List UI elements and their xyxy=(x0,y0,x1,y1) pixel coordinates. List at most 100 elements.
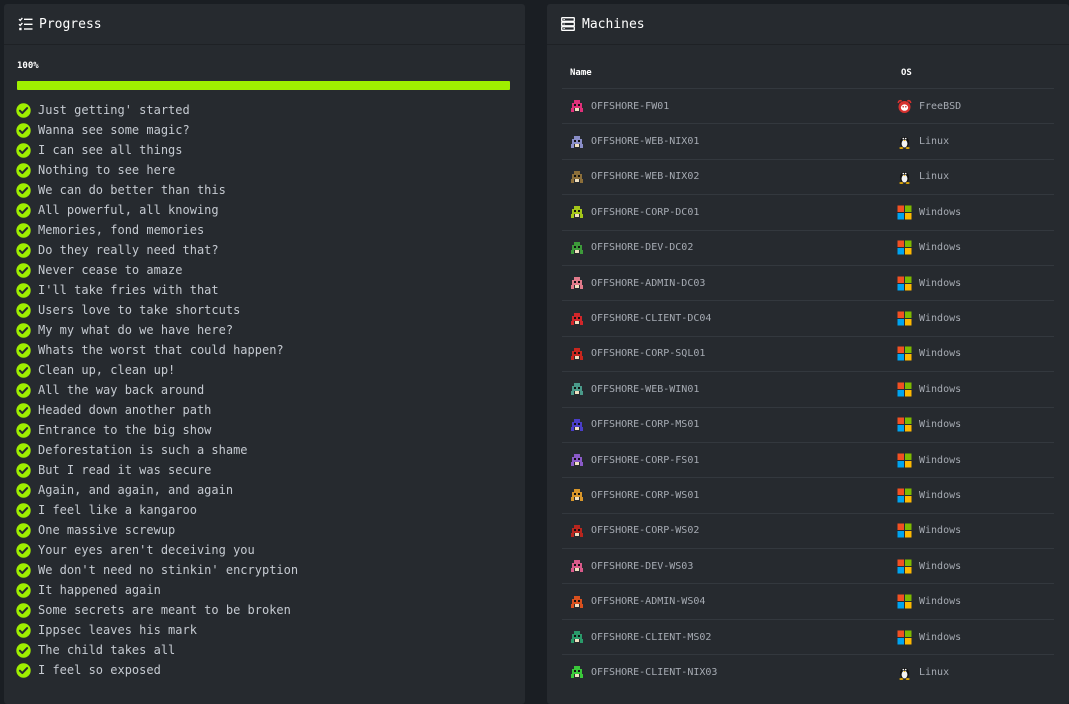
flag-label: Users love to take shortcuts xyxy=(38,303,241,317)
table-row[interactable]: OFFSHORE-WEB-WIN01 Windows xyxy=(562,372,1054,408)
machine-name[interactable]: OFFSHORE-CORP-WS02 xyxy=(591,525,699,536)
table-row[interactable]: OFFSHORE-CORP-MS01 Windows xyxy=(562,408,1054,443)
machine-avatar-icon xyxy=(570,276,584,290)
flag-label: I feel so exposed xyxy=(38,663,161,677)
machine-avatar-icon xyxy=(570,595,584,609)
machine-os-cell: Windows xyxy=(894,594,961,609)
table-body: OFFSHORE-FW01 FreeBSD OFFSHORE-WEB-NIX01 Li… xyxy=(562,89,1054,690)
table-row[interactable]: OFFSHORE-CORP-FS01 Windows xyxy=(562,443,1054,479)
check-circle-icon xyxy=(16,362,31,378)
machine-avatar-icon xyxy=(570,99,584,113)
table-row[interactable]: OFFSHORE-WEB-NIX02 Linux xyxy=(562,160,1054,196)
column-header-name: Name xyxy=(570,68,592,78)
machines-title: Machines xyxy=(582,16,645,32)
flag-label: One massive screwup xyxy=(38,523,176,537)
machine-name-cell: OFFSHORE-DEV-DC02 xyxy=(562,241,894,255)
flag-label: Just getting' started xyxy=(38,103,190,117)
machine-avatar-icon xyxy=(570,382,584,396)
machine-os: Windows xyxy=(919,454,962,466)
machine-name[interactable]: OFFSHORE-CORP-DC01 xyxy=(591,207,699,218)
linux-icon xyxy=(897,665,912,680)
table-row[interactable]: OFFSHORE-CLIENT-NIX03 Linux xyxy=(562,655,1054,689)
machine-os-cell: Windows xyxy=(894,205,961,220)
check-circle-icon xyxy=(16,302,31,318)
table-header: Name OS xyxy=(562,58,1054,89)
machine-name[interactable]: OFFSHORE-WEB-WIN01 xyxy=(591,384,699,395)
table-row[interactable]: OFFSHORE-CORP-WS01 Windows xyxy=(562,478,1054,514)
machine-name-cell: OFFSHORE-CLIENT-DC04 xyxy=(562,312,894,326)
machine-name[interactable]: OFFSHORE-CORP-WS01 xyxy=(591,490,699,501)
check-circle-icon xyxy=(16,622,31,638)
machine-os: Windows xyxy=(919,277,962,289)
check-circle-icon xyxy=(16,102,31,118)
table-row[interactable]: OFFSHORE-WEB-NIX01 Linux xyxy=(562,124,1054,160)
flag-item: Ippsec leaves his mark xyxy=(16,620,298,640)
table-row[interactable]: OFFSHORE-FW01 FreeBSD xyxy=(562,89,1054,125)
check-circle-icon xyxy=(16,322,31,338)
flag-item: Wanna see some magic? xyxy=(16,120,298,140)
flag-item: One massive screwup xyxy=(16,520,298,540)
flag-item: Clean up, clean up! xyxy=(16,360,298,380)
machine-os-cell: Windows xyxy=(894,453,961,468)
machine-os: Windows xyxy=(919,525,962,537)
machine-name[interactable]: OFFSHORE-CORP-SQL01 xyxy=(591,348,705,359)
table-row[interactable]: OFFSHORE-ADMIN-DC03 Windows xyxy=(562,266,1054,302)
machine-name[interactable]: OFFSHORE-WEB-NIX02 xyxy=(591,171,699,182)
flag-item: Some secrets are meant to be broken xyxy=(16,600,298,620)
machine-name[interactable]: OFFSHORE-CLIENT-NIX03 xyxy=(591,667,717,678)
machine-name[interactable]: OFFSHORE-ADMIN-WS04 xyxy=(591,596,705,607)
windows-icon xyxy=(897,630,912,645)
check-circle-icon xyxy=(16,162,31,178)
flag-item: Again, and again, and again xyxy=(16,480,298,500)
table-row[interactable]: OFFSHORE-CORP-SQL01 Windows xyxy=(562,337,1054,373)
flag-label: Your eyes aren't deceiving you xyxy=(38,543,255,557)
windows-icon xyxy=(897,346,912,361)
machine-avatar-icon xyxy=(570,205,584,219)
flag-item: Whats the worst that could happen? xyxy=(16,340,298,360)
machine-name[interactable]: OFFSHORE-CORP-FS01 xyxy=(591,455,699,466)
windows-icon xyxy=(897,559,912,574)
table-row[interactable]: OFFSHORE-DEV-WS03 Windows xyxy=(562,549,1054,585)
windows-icon xyxy=(897,240,912,255)
flag-item: I can see all things xyxy=(16,140,298,160)
table-row[interactable]: OFFSHORE-CORP-WS02 Windows xyxy=(562,514,1054,550)
table-row[interactable]: OFFSHORE-ADMIN-WS04 Windows xyxy=(562,584,1054,620)
windows-icon xyxy=(897,523,912,538)
server-icon xyxy=(560,16,576,32)
machine-name[interactable]: OFFSHORE-ADMIN-DC03 xyxy=(591,278,705,289)
freebsd-icon xyxy=(897,99,912,114)
machine-name[interactable]: OFFSHORE-CLIENT-MS02 xyxy=(591,632,711,643)
windows-icon xyxy=(897,382,912,397)
table-row[interactable]: OFFSHORE-DEV-DC02 Windows xyxy=(562,231,1054,266)
machine-os: Windows xyxy=(919,206,962,218)
machine-name-cell: OFFSHORE-CORP-WS01 xyxy=(562,488,894,502)
flag-label: Clean up, clean up! xyxy=(38,363,176,377)
machine-os-cell: Windows xyxy=(894,346,961,361)
machine-os-cell: FreeBSD xyxy=(894,99,961,114)
table-row[interactable]: OFFSHORE-CLIENT-DC04 Windows xyxy=(562,301,1054,337)
windows-icon xyxy=(897,311,912,326)
flag-label: Wanna see some magic? xyxy=(38,123,190,137)
flag-label: Deforestation is such a shame xyxy=(38,443,248,457)
table-row[interactable]: OFFSHORE-CLIENT-MS02 Windows xyxy=(562,620,1054,656)
table-row[interactable]: OFFSHORE-CORP-DC01 Windows xyxy=(562,195,1054,231)
progress-bar xyxy=(17,81,510,90)
machine-name[interactable]: OFFSHORE-CLIENT-DC04 xyxy=(591,313,711,324)
check-circle-icon xyxy=(16,402,31,418)
machine-name[interactable]: OFFSHORE-CORP-MS01 xyxy=(591,419,699,430)
machine-name[interactable]: OFFSHORE-DEV-WS03 xyxy=(591,561,693,572)
machine-name-cell: OFFSHORE-CORP-FS01 xyxy=(562,453,894,467)
machine-name[interactable]: OFFSHORE-DEV-DC02 xyxy=(591,242,693,253)
windows-icon xyxy=(897,453,912,468)
check-circle-icon xyxy=(16,522,31,538)
machine-name-cell: OFFSHORE-FW01 xyxy=(562,99,894,113)
machine-os: Windows xyxy=(919,489,962,501)
progress-panel: Progress 100% Just getting' started Wanna… xyxy=(4,4,525,704)
machine-os: Windows xyxy=(919,596,962,608)
windows-icon xyxy=(897,417,912,432)
machine-name-cell: OFFSHORE-DEV-WS03 xyxy=(562,559,894,573)
machine-name-cell: OFFSHORE-ADMIN-DC03 xyxy=(562,276,894,290)
machine-name[interactable]: OFFSHORE-FW01 xyxy=(591,101,669,112)
flag-item: Entrance to the big show xyxy=(16,420,298,440)
machine-name[interactable]: OFFSHORE-WEB-NIX01 xyxy=(591,136,699,147)
